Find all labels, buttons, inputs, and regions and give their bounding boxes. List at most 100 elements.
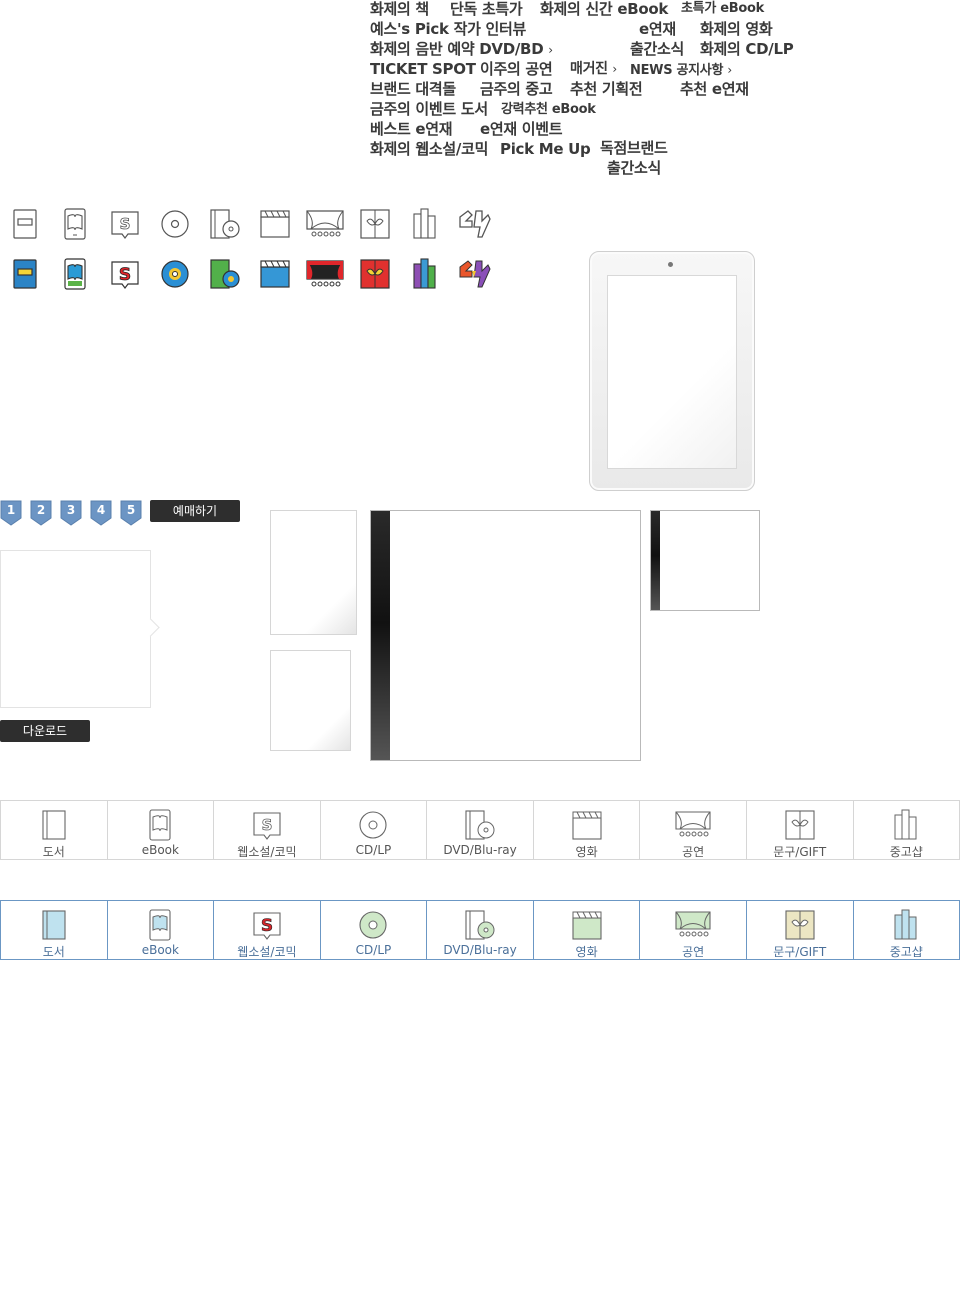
gift-icon [360, 257, 390, 291]
tab-label: 공연 [682, 945, 705, 959]
ebook-icon [145, 909, 175, 941]
tab-webnovel[interactable]: S 웹소설/코믹 [213, 900, 320, 960]
label-hot-movie: 화제의 영화 [700, 20, 773, 38]
tab-performance[interactable]: 공연 [639, 900, 746, 960]
book-icon [39, 809, 69, 841]
tab-used-shop[interactable]: 중고샵 [852, 900, 960, 960]
tab-performance[interactable]: 공연 [639, 800, 746, 860]
label-e-serial: e연재 [639, 20, 676, 38]
label-publishing-news-2: 출간소식 [607, 159, 662, 177]
label-news-notice: NEWS 공지사항 › [630, 63, 732, 78]
rank-badge-4: 4 [90, 500, 112, 526]
cd-icon [358, 909, 388, 941]
label-music-preorder: 화제의 음반 예약 DVD/BD › [370, 40, 553, 58]
label-best-e-serial: 베스트 e연재 [370, 120, 453, 138]
tablet-frame [589, 251, 755, 491]
tab-book[interactable]: 도서 [0, 800, 107, 860]
reserve-button[interactable]: 예매하기 [150, 500, 240, 522]
book-spine [651, 511, 660, 610]
label-author-interview: 예스's Pick 작가 인터뷰 [370, 20, 526, 38]
book-cover-frame-small [650, 510, 760, 611]
tab-label: 도서 [42, 845, 65, 859]
dvd-icon [465, 809, 495, 841]
label-pick-me-up: Pick Me Up [500, 140, 591, 158]
tab-label: 웹소설/코믹 [237, 845, 297, 859]
label-weekly-performance: 이주의 공연 [480, 60, 553, 78]
label-e-serial-event: e연재 이벤트 [480, 120, 563, 138]
label-new-ebook: 화제의 신간 eBook [540, 0, 669, 18]
svg-text:S: S [119, 265, 131, 285]
rank-badge-2: 2 [30, 500, 52, 526]
tab-movie[interactable]: 영화 [532, 900, 640, 960]
movie-icon [260, 207, 290, 241]
label-magazine: 매거진 › [570, 61, 617, 77]
download-button[interactable]: 다운로드 [0, 720, 90, 742]
used-shop-icon [891, 809, 921, 841]
label-strong-ebook: 강력추천 eBook [501, 102, 596, 117]
rank-badge-3: 3 [60, 500, 82, 526]
label-brand-battle: 브랜드 대격돌 [370, 80, 456, 98]
label-recommended-collection: 추천 기획전 [570, 80, 643, 98]
label-publishing-news: 출간소식 [630, 40, 685, 58]
book-icon [10, 257, 40, 291]
tab-cd-lp[interactable]: CD/LP [319, 900, 427, 960]
tab-label: 중고샵 [889, 845, 923, 859]
used-shop-icon [410, 257, 440, 291]
dvd-icon [465, 909, 495, 941]
tab-label: CD/LP [355, 943, 392, 957]
book-cover-frame-large [370, 510, 641, 761]
gift-icon [785, 909, 815, 941]
performance-icon [305, 257, 345, 291]
tab-gift[interactable]: 문구/GIFT [745, 900, 853, 960]
label-hot-books: 화제의 책 [370, 0, 429, 18]
rank-badge-1: 1 [0, 500, 22, 526]
tab-label: 중고샵 [889, 945, 923, 959]
tab-dvd-bluray[interactable]: DVD/Blu-ray [426, 800, 533, 860]
movie-icon [572, 909, 602, 941]
svg-text:S: S [261, 916, 273, 936]
tab-label: 영화 [575, 845, 598, 859]
ebook-icon [60, 207, 90, 241]
yes24-logo-icon [458, 257, 492, 291]
label-hot-cd-lp: 화제의 CD/LP [700, 40, 794, 58]
tablet-screen [607, 275, 737, 469]
label-recommended-e-serial: 추천 e연재 [680, 80, 749, 98]
tab-ebook[interactable]: eBook [106, 800, 214, 860]
label-webnovel-comic: 화제의 웹소설/코믹 [370, 140, 489, 158]
tab-gift[interactable]: 문구/GIFT [745, 800, 853, 860]
cd-icon [160, 207, 190, 241]
dvd-icon [210, 257, 240, 291]
performance-icon [674, 809, 712, 841]
tab-dvd-bluray[interactable]: DVD/Blu-ray [426, 900, 533, 960]
book-icon [39, 909, 69, 941]
movie-icon [572, 809, 602, 841]
label-exclusive-deal: 단독 초특가 [450, 0, 523, 18]
webnovel-icon: S [252, 809, 282, 841]
cd-icon [160, 257, 190, 291]
tab-book[interactable]: 도서 [0, 900, 107, 960]
svg-text:S: S [120, 215, 131, 233]
gift-icon [785, 809, 815, 841]
gift-icon [360, 207, 390, 241]
label-deal-ebook: 초특가 eBook [681, 1, 764, 16]
tab-ebook[interactable]: eBook [106, 900, 214, 960]
tab-movie[interactable]: 영화 [532, 800, 640, 860]
tab-cd-lp[interactable]: CD/LP [319, 800, 427, 860]
ebook-icon [145, 809, 175, 841]
tab-label: 웹소설/코믹 [237, 945, 297, 959]
cover-placeholder-small [270, 650, 351, 751]
svg-text:S: S [262, 816, 273, 834]
used-shop-icon [410, 207, 440, 241]
tab-webnovel[interactable]: S 웹소설/코믹 [213, 800, 320, 860]
tab-label: DVD/Blu-ray [443, 843, 517, 857]
book-icon [10, 207, 40, 241]
tab-label: eBook [141, 843, 179, 857]
movie-icon [260, 257, 290, 291]
used-shop-icon [891, 909, 921, 941]
tab-used-shop[interactable]: 중고샵 [852, 800, 960, 860]
label-exclusive-brand: 독점브랜드 [600, 139, 668, 157]
tab-label: 도서 [42, 945, 65, 959]
label-weekly-event-books: 금주의 이벤트 도서 [370, 100, 488, 118]
ebook-icon [60, 257, 90, 291]
camera-dot [668, 262, 673, 267]
